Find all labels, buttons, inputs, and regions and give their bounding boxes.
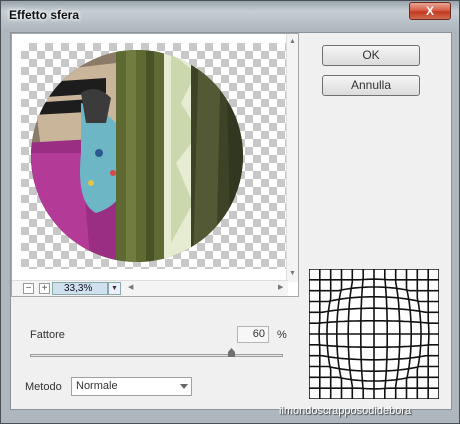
chevron-down-icon[interactable]: ▼ bbox=[108, 282, 121, 295]
amount-unit: % bbox=[277, 329, 287, 341]
preview-image[interactable] bbox=[21, 43, 289, 269]
grid-line bbox=[309, 387, 439, 390]
zoom-level-field[interactable]: 33,3% bbox=[52, 282, 108, 295]
dialog-title: Effetto sfera bbox=[9, 8, 80, 22]
preview-panel: ▲ ▼ − + 33,3% ▼ ◀ ▶ bbox=[11, 33, 299, 297]
grid-line bbox=[427, 269, 430, 399]
chevron-down-icon[interactable] bbox=[180, 384, 188, 389]
spherize-dialog: Effetto sfera X ▲ ▼ − + 33,3% ▼ ◀ ▶ OK A… bbox=[0, 0, 460, 424]
scroll-right-icon[interactable]: ▶ bbox=[278, 283, 283, 291]
mode-label: Metodo bbox=[25, 381, 62, 393]
titlebar[interactable]: Effetto sfera X bbox=[1, 1, 459, 31]
dialog-body: ▲ ▼ − + 33,3% ▼ ◀ ▶ OK Annulla Fattore 6… bbox=[10, 32, 452, 410]
preview-horizontal-bar: − + 33,3% ▼ ◀ ▶ bbox=[12, 280, 288, 296]
preview-vertical-scrollbar[interactable]: ▲ ▼ bbox=[286, 34, 298, 282]
cancel-button[interactable]: Annulla bbox=[322, 75, 420, 96]
amount-slider-thumb[interactable] bbox=[228, 348, 235, 357]
amount-input[interactable]: 60 bbox=[237, 326, 269, 343]
scroll-left-icon[interactable]: ◀ bbox=[128, 283, 133, 291]
ok-button[interactable]: OK bbox=[322, 45, 420, 66]
watermark-text: ilmondoscrapposodidebora bbox=[279, 405, 412, 417]
mode-selected-value: Normale bbox=[76, 380, 118, 392]
zoom-in-button[interactable]: + bbox=[39, 283, 50, 294]
close-icon: X bbox=[425, 4, 434, 18]
distortion-grid-preview bbox=[308, 268, 440, 400]
spherized-photo bbox=[31, 50, 243, 262]
mode-select[interactable]: Normale bbox=[71, 377, 192, 396]
scroll-down-icon[interactable]: ▼ bbox=[287, 268, 298, 280]
close-button[interactable]: X bbox=[409, 2, 451, 20]
amount-label: Fattore bbox=[30, 329, 65, 341]
scroll-up-icon[interactable]: ▲ bbox=[287, 36, 298, 48]
amount-slider-track[interactable] bbox=[30, 354, 283, 357]
grid-icon bbox=[308, 268, 440, 400]
zoom-out-button[interactable]: − bbox=[23, 283, 34, 294]
